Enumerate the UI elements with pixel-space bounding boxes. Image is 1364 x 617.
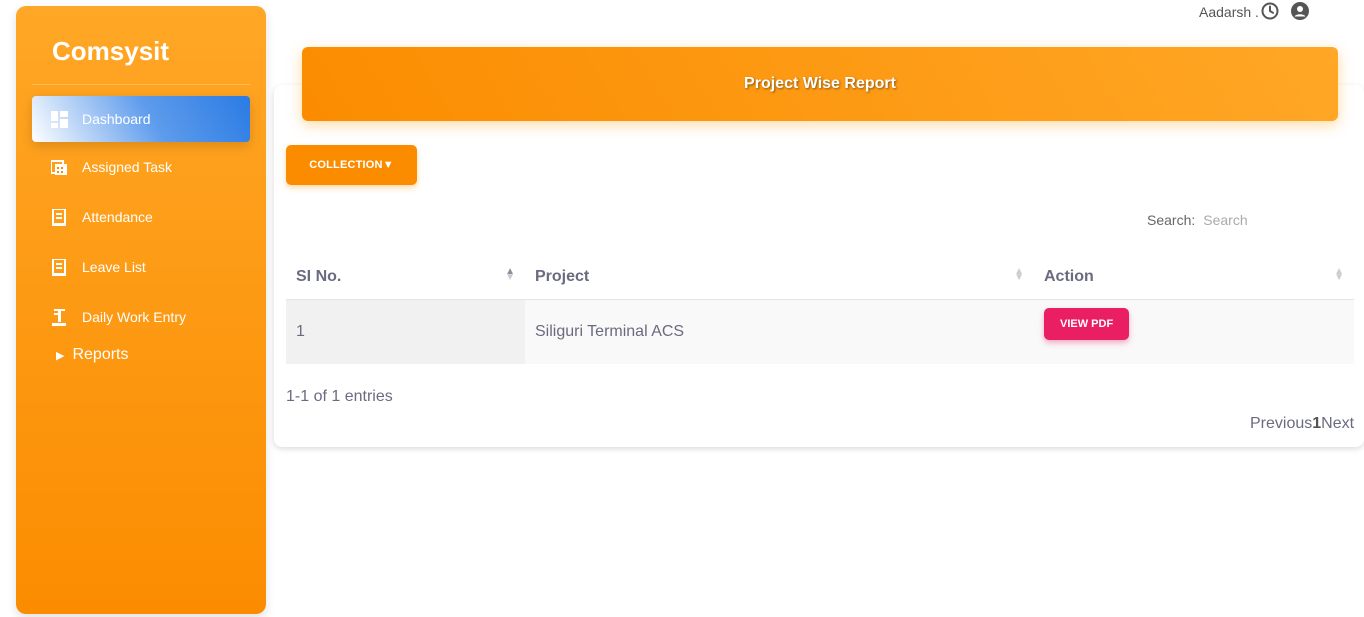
report-table: SI No. ▲ ▼ Project ▲ ▼ Action ▲ ▼ 1 Siligur… <box>286 255 1354 364</box>
work-entry-icon <box>50 308 68 326</box>
sidebar-item-label: Dashboard <box>82 111 151 127</box>
search-box: Search: <box>1147 211 1326 229</box>
user-account-icon[interactable] <box>1290 1 1309 23</box>
column-header-action[interactable]: Action ▲ ▼ <box>1034 255 1354 300</box>
view-pdf-button[interactable]: VIEW PDF <box>1044 308 1130 340</box>
sidebar-item-leave-list[interactable]: Leave List <box>32 244 250 290</box>
search-input[interactable] <box>1201 211 1326 229</box>
sort-icon: ▲ ▼ <box>1334 266 1344 283</box>
current-page-button[interactable]: 1 <box>1312 415 1321 433</box>
sidebar-item-attendance[interactable]: Attendance <box>32 194 250 240</box>
collection-dropdown-button[interactable]: COLLECTION▼ <box>286 145 417 185</box>
sidebar-item-label: Assigned Task <box>82 159 173 175</box>
page-title: Project Wise Report <box>744 75 896 92</box>
sidebar-item-label: Leave List <box>82 259 146 275</box>
sidebar-item-label: Daily Work Entry <box>82 309 186 325</box>
user-bar: Aadarsh . <box>1199 1 1309 23</box>
sort-icon: ▲ ▼ <box>1014 266 1024 283</box>
entries-info: 1-1 of 1 entries <box>286 388 393 405</box>
cell-si-no: 1 <box>286 299 525 364</box>
dashboard-icon <box>50 110 68 128</box>
table-row: 1 Siliguri Terminal ACS VIEW PDF <box>286 299 1354 364</box>
next-page-button[interactable]: Next <box>1321 415 1354 433</box>
brand-divider <box>32 84 250 85</box>
sidebar: Comsysit Dashboard Assigned Task Attenda… <box>16 6 266 614</box>
reports-label: Reports <box>72 346 129 363</box>
column-header-project[interactable]: Project ▲ ▼ <box>525 255 1034 300</box>
cell-project: Siliguri Terminal ACS <box>525 299 1034 364</box>
column-header-si-no[interactable]: SI No. ▲ ▼ <box>286 255 525 300</box>
previous-page-button[interactable]: Previous <box>1250 415 1312 433</box>
attendance-icon <box>50 208 68 226</box>
card-header: Project Wise Report <box>302 47 1338 121</box>
sidebar-item-reports[interactable]: ▶ Reports <box>56 346 129 364</box>
sidebar-item-label: Attendance <box>82 209 153 225</box>
column-header-label: Action <box>1044 268 1094 285</box>
sort-icon: ▲ ▼ <box>505 266 515 283</box>
username: Aadarsh . <box>1199 4 1259 20</box>
cell-action: VIEW PDF <box>1034 299 1354 364</box>
clock-icon[interactable] <box>1261 2 1279 23</box>
brand-logo[interactable]: Comsysit <box>52 36 169 67</box>
sidebar-item-daily-work-entry[interactable]: Daily Work Entry <box>32 294 250 340</box>
pagination: Previous 1 Next <box>1250 415 1354 433</box>
leave-icon <box>50 258 68 276</box>
column-header-label: SI No. <box>296 268 342 285</box>
caret-right-icon: ▶ <box>56 349 65 362</box>
column-header-label: Project <box>535 268 590 285</box>
sidebar-item-assigned-task[interactable]: Assigned Task <box>32 144 250 190</box>
sidebar-item-dashboard[interactable]: Dashboard <box>32 96 250 142</box>
task-icon <box>50 158 68 176</box>
table-header-row: SI No. ▲ ▼ Project ▲ ▼ Action ▲ ▼ <box>286 255 1354 300</box>
search-label: Search: <box>1147 212 1196 228</box>
